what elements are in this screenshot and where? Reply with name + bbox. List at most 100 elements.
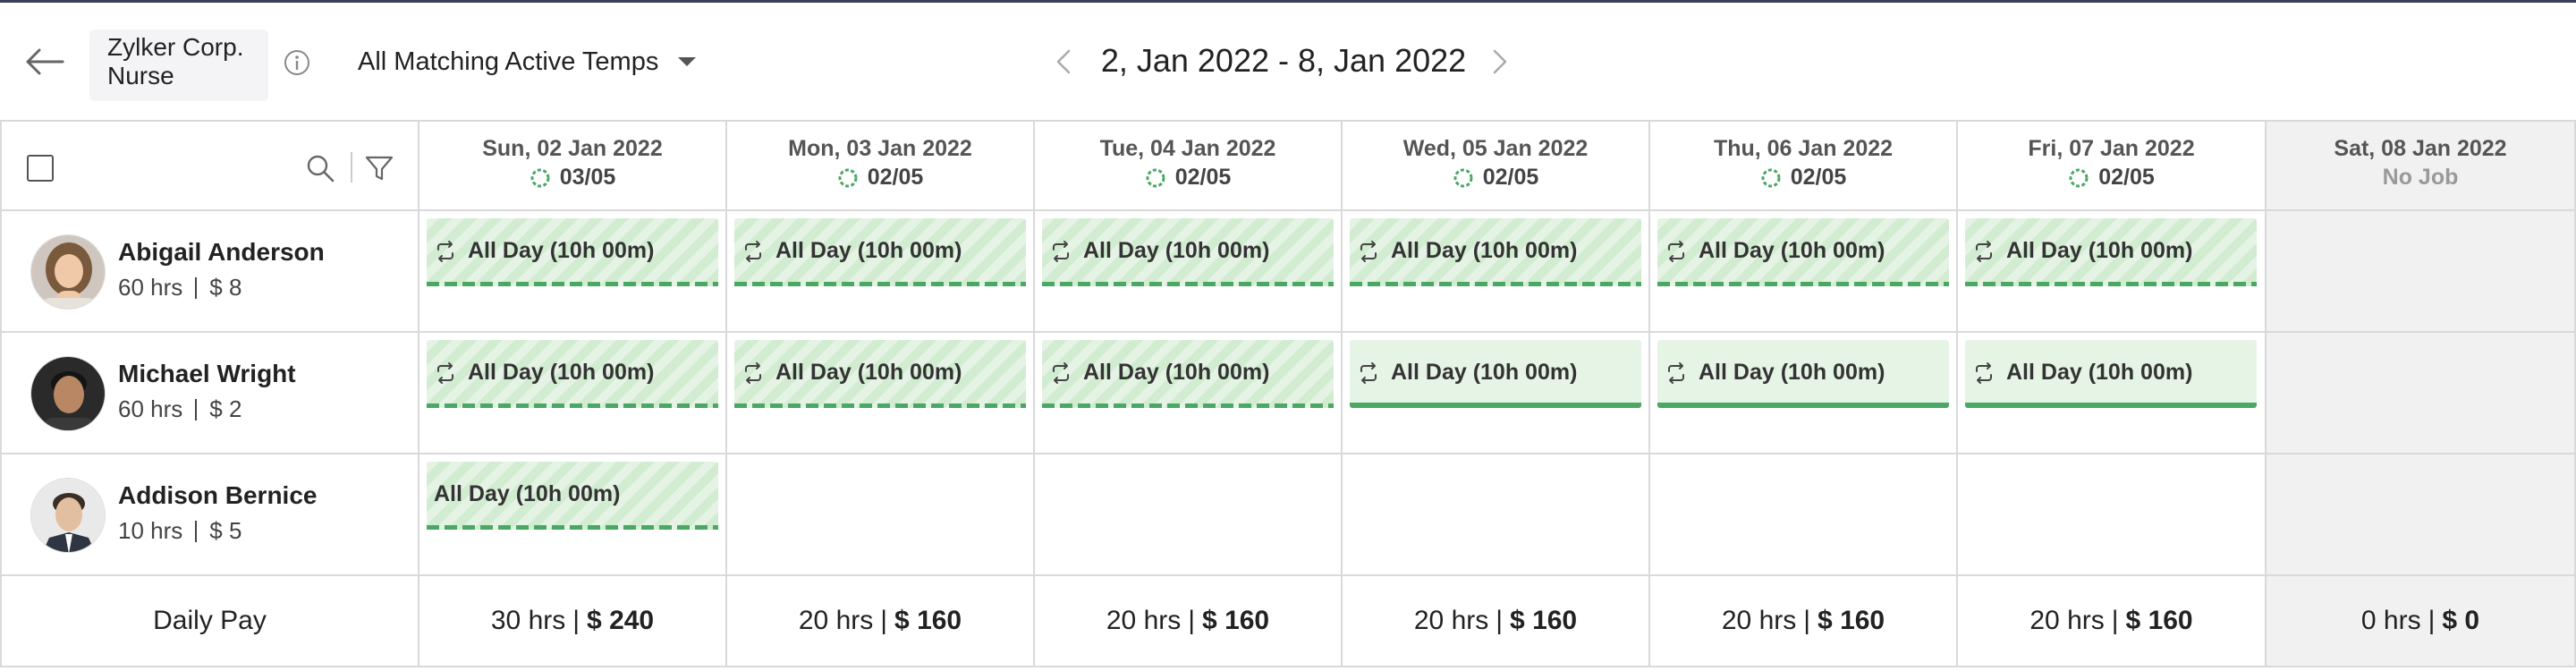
daily-pay-cell: 20 hrs | $ 160 — [1650, 576, 1958, 666]
schedule-cell[interactable]: All Day (10h 00m) — [1650, 333, 1958, 453]
schedule-cell[interactable]: All Day (10h 00m) — [419, 333, 727, 453]
shift-block[interactable]: All Day (10h 00m) — [1042, 218, 1334, 286]
shift-label: All Day (10h 00m) — [1699, 360, 1885, 385]
employee-hours: 10 hrs — [118, 517, 183, 544]
day-title: Fri, 07 Jan 2022 — [2028, 136, 2195, 161]
shift-block[interactable]: All Day (10h 00m) — [1042, 340, 1334, 408]
schedule-cell[interactable]: All Day (10h 00m) — [1343, 333, 1650, 453]
fill-count: 02/05 — [1958, 165, 2265, 191]
job-role: Nurse — [107, 62, 174, 89]
employee-row: Michael Wright 60 hrs $ 2 All Day (10h 0… — [2, 333, 2574, 454]
select-all-checkbox[interactable] — [27, 155, 54, 182]
schedule-cell[interactable] — [1958, 454, 2267, 574]
temps-filter-value: All Matching Active Temps — [358, 47, 659, 76]
divider — [195, 398, 198, 420]
schedule-cell[interactable]: All Day (10h 00m) — [419, 211, 727, 331]
filter-icon[interactable] — [363, 152, 395, 184]
shift-label: All Day (10h 00m) — [1391, 238, 1578, 263]
fill-count-text: 02/05 — [867, 165, 924, 190]
daily-pay-cell: 20 hrs | $ 160 — [1958, 576, 2267, 666]
progress-ring-icon — [2069, 168, 2089, 187]
divider: | — [1803, 606, 1811, 635]
schedule-cell-no-job — [2267, 333, 2574, 453]
divider: | — [1496, 606, 1504, 635]
shift-block[interactable]: All Day (10h 00m) — [427, 462, 718, 530]
chevron-left-icon[interactable] — [1046, 44, 1082, 80]
employee-hours: 60 hrs — [118, 395, 183, 422]
schedule-cell[interactable]: All Day (10h 00m) — [1650, 211, 1958, 331]
schedule-cell[interactable]: All Day (10h 00m) — [1343, 211, 1650, 331]
daily-pay-cell: 30 hrs | $ 240 — [419, 576, 727, 666]
employee-rate: $ 2 — [209, 395, 242, 422]
schedule-cell[interactable]: All Day (10h 00m) — [1958, 333, 2267, 453]
shift-block[interactable]: All Day (10h 00m) — [1965, 340, 2257, 408]
schedule-grid: Sun, 02 Jan 2022 03/05 Mon, 03 Jan 2022 … — [0, 120, 2576, 667]
daily-pay-amount: $ 160 — [2125, 606, 2193, 635]
divider: | — [2111, 606, 2119, 635]
repeat-icon — [1053, 241, 1069, 262]
progress-ring-icon — [1761, 168, 1781, 187]
shift-block[interactable]: All Day (10h 00m) — [427, 218, 718, 286]
schedule-cell[interactable]: All Day (10h 00m) — [1035, 333, 1343, 453]
schedule-cell[interactable]: All Day (10h 00m) — [1035, 211, 1343, 331]
day-header: Mon, 03 Jan 2022 02/05 — [727, 122, 1035, 209]
daily-pay-cell: 20 hrs | $ 160 — [1343, 576, 1650, 666]
chevron-right-icon[interactable] — [1481, 44, 1517, 80]
repeat-icon — [1976, 362, 1992, 384]
day-header: Sun, 02 Jan 2022 03/05 — [419, 122, 727, 209]
employee-rate: $ 5 — [209, 517, 242, 544]
fill-count: 02/05 — [1035, 165, 1341, 191]
info-icon[interactable] — [283, 48, 311, 77]
shift-block[interactable]: All Day (10h 00m) — [1350, 340, 1641, 408]
fill-count-text: 02/05 — [1174, 165, 1232, 190]
shift-block[interactable]: All Day (10h 00m) — [1657, 340, 1949, 408]
fill-count-text: 03/05 — [559, 165, 616, 190]
employee-name: Michael Wright — [118, 360, 296, 387]
employee-rate: $ 8 — [209, 274, 242, 301]
schedule-cell[interactable]: All Day (10h 00m) — [727, 211, 1035, 331]
temps-filter-dropdown[interactable]: All Matching Active Temps — [358, 44, 697, 80]
back-arrow-icon[interactable] — [20, 37, 70, 87]
schedule-cell[interactable] — [1343, 454, 1650, 574]
repeat-icon — [1976, 241, 1992, 262]
shift-block[interactable]: All Day (10h 00m) — [1965, 218, 2257, 286]
employee-cell[interactable]: Abigail Anderson 60 hrs $ 8 — [2, 211, 419, 331]
daily-pay-label: Daily Pay — [153, 606, 267, 635]
day-header: Sat, 08 Jan 2022 No Job — [2267, 122, 2574, 209]
shift-block[interactable]: All Day (10h 00m) — [734, 218, 1026, 286]
shift-block[interactable]: All Day (10h 00m) — [1657, 218, 1949, 286]
daily-hours: 20 hrs — [1721, 606, 1797, 635]
day-title: Mon, 03 Jan 2022 — [788, 136, 972, 161]
client-name: Zylker Corp. — [107, 33, 244, 61]
client-role-chip: Zylker Corp. Nurse — [89, 30, 268, 101]
schedule-cell[interactable]: All Day (10h 00m) — [419, 454, 727, 574]
day-title: Wed, 05 Jan 2022 — [1402, 136, 1589, 161]
daily-pay-row: Daily Pay 30 hrs | $ 240 20 hrs | $ 160 20 h… — [2, 576, 2574, 666]
schedule-cell[interactable]: All Day (10h 00m) — [1958, 211, 2267, 331]
daily-pay-amount: $ 160 — [1818, 606, 1885, 635]
avatar — [30, 478, 106, 553]
fill-count: 02/05 — [1650, 165, 1956, 191]
daily-pay-amount: $ 240 — [587, 606, 655, 635]
divider: | — [2428, 606, 2436, 635]
employee-cell[interactable]: Addison Bernice 10 hrs $ 5 — [2, 454, 419, 574]
schedule-cell[interactable]: All Day (10h 00m) — [727, 333, 1035, 453]
schedule-cell[interactable] — [727, 454, 1035, 574]
day-title: Sun, 02 Jan 2022 — [482, 136, 663, 161]
shift-block[interactable]: All Day (10h 00m) — [427, 340, 718, 408]
employee-column-header — [2, 122, 419, 209]
chevron-down-icon — [678, 57, 697, 66]
progress-ring-icon — [530, 168, 550, 187]
search-icon[interactable] — [304, 152, 336, 184]
divider: | — [572, 606, 580, 635]
schedule-cell-no-job — [2267, 211, 2574, 331]
shift-block[interactable]: All Day (10h 00m) — [734, 340, 1026, 408]
progress-ring-icon — [838, 168, 858, 187]
schedule-cell[interactable] — [1650, 454, 1958, 574]
employee-cell[interactable]: Michael Wright 60 hrs $ 2 — [2, 333, 419, 453]
avatar — [30, 234, 106, 310]
shift-block[interactable]: All Day (10h 00m) — [1350, 218, 1641, 286]
divider: | — [880, 606, 888, 635]
schedule-cell[interactable] — [1035, 454, 1343, 574]
divider — [195, 520, 198, 542]
